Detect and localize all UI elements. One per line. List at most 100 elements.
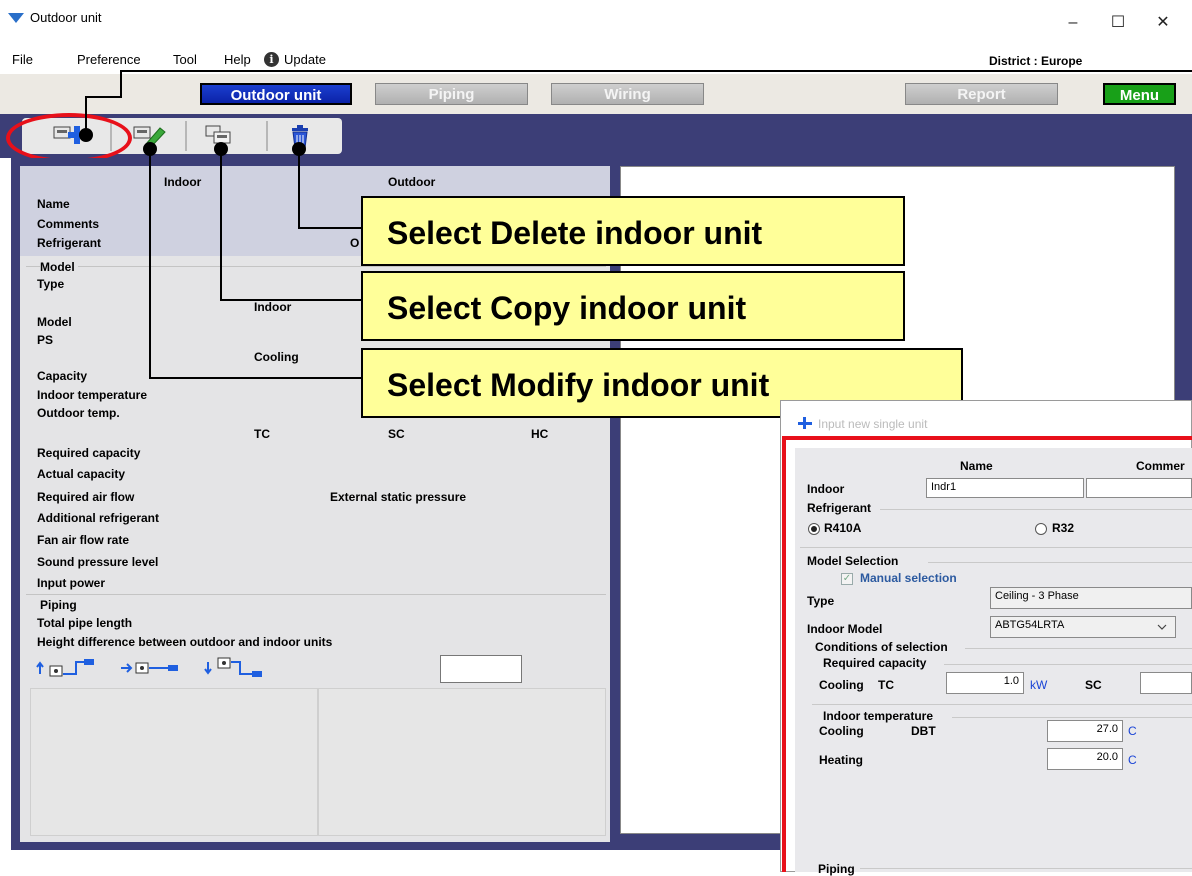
menu-file[interactable]: File [12,52,33,67]
menu-help[interactable]: Help [224,52,251,67]
divider [880,509,1192,510]
conditions-of-selection-label: Conditions of selection [815,640,948,654]
name-label: Name [37,197,70,211]
leader-dot [79,128,93,142]
model-selection-label: Model Selection [807,554,899,568]
piping-section-label: Piping [40,598,80,612]
height-difference-label: Height difference between outdoor and in… [37,635,333,649]
heating-dbt-unit: C [1128,753,1137,767]
piping-layout-icons [36,657,262,677]
sc-header: SC [388,427,405,441]
dialog-title: Input new single unit [818,417,928,431]
indoor-name-input[interactable]: Indr1 [926,478,1084,498]
nav-report-button[interactable]: Report [905,83,1058,105]
total-pipe-length-label: Total pipe length [37,616,133,630]
comments-label: Comments [37,217,100,231]
model-label: Model [37,315,72,329]
tc-unit: kW [1030,678,1048,692]
divider [800,547,1192,548]
sc-input[interactable] [1140,672,1192,694]
required-capacity-label: Required capacity [37,446,141,460]
refrigerant-label: Refrigerant [37,236,102,250]
fan-air-flow-rate-label: Fan air flow rate [37,533,130,547]
dialog-comments-header: Commer [1136,459,1185,473]
divider [952,717,1192,718]
type-field[interactable]: Ceiling - 3 Phase [990,587,1192,609]
tc-input[interactable]: 1.0 [946,672,1024,694]
minimize-button[interactable]: – [1050,6,1096,40]
delete-callout: Select Delete indoor unit [361,196,905,266]
leader-line [220,149,222,301]
leader-line [120,70,1192,72]
divider [812,704,1192,705]
heating-label: Heating [819,753,864,767]
nav-menu-button[interactable]: Menu [1103,83,1176,105]
leader-line [298,227,362,229]
external-static-pressure-label: External static pressure [330,490,467,504]
menu-preference[interactable]: Preference [77,52,141,67]
r32-radio[interactable] [1035,523,1047,535]
leader-line [220,299,362,301]
input-power-label: Input power [37,576,105,590]
r410a-radio[interactable] [808,523,820,535]
required-air-flow-label: Required air flow [37,490,135,504]
nav-piping-button[interactable]: Piping [375,83,528,105]
leader-line [85,96,120,98]
outdoor-temp-label: Outdoor temp. [37,406,120,420]
required-capacity-label: Required capacity [823,656,927,670]
leader-line [298,149,300,229]
col-indoor-header: Indoor [164,175,202,189]
piping-section-divider [26,594,606,595]
leader-line [120,70,122,98]
nav-outdoor-unit-button[interactable]: Outdoor unit [200,83,352,105]
bottom-left-pane [30,688,318,836]
r32-label: R32 [1052,521,1075,535]
indoor-model-select[interactable]: ABTG54LRTA [990,616,1176,638]
divider [860,868,1192,869]
bottom-right-pane [318,688,606,836]
cooling-label: Cooling [254,350,299,364]
col-outdoor-header: Outdoor [388,175,436,189]
toolbar-separator [185,121,187,151]
outdoor-below-icon [204,657,262,677]
window-title: Outdoor unit [30,10,102,25]
actual-capacity-label: Actual capacity [37,467,126,481]
cooling-dbt-unit: C [1128,724,1137,738]
sound-pressure-level-label: Sound pressure level [37,555,159,569]
indoor-model-label: Indoor Model [807,622,883,636]
type-label: Type [807,594,835,608]
maximize-button[interactable]: ☐ [1095,6,1141,40]
menu-tool[interactable]: Tool [173,52,197,67]
highlight-ellipse [6,113,132,163]
manual-selection-checkbox[interactable]: ✓ [841,573,853,585]
close-button[interactable]: ✕ [1140,6,1186,40]
district-label: District : Europe [989,54,1083,68]
dbt-label: DBT [911,724,936,738]
tc-header: TC [254,427,270,441]
cooling-dbt-input[interactable]: 27.0 [1047,720,1123,742]
chevron-down-icon [1157,624,1167,630]
type-label: Type [37,277,65,291]
sc-label: SC [1085,678,1102,692]
indoor-temperature-label: Indoor temperature [823,709,934,723]
info-icon[interactable]: i [264,52,279,67]
indoor-temperature-label: Indoor temperature [37,388,148,402]
model-section-label: Model [40,260,78,274]
toolbar-separator [266,121,268,151]
menu-update[interactable]: Update [284,52,326,67]
capacity-label: Capacity [37,369,88,383]
height-difference-input[interactable] [440,655,522,683]
additional-refrigerant-label: Additional refrigerant [37,511,160,525]
app-logo-icon [8,13,24,23]
refrigerant-value: O [350,236,360,250]
dialog-refrigerant-label: Refrigerant [807,501,872,515]
ps-label: PS [37,333,54,347]
leader-line [149,149,151,379]
dialog-name-header: Name [960,459,993,473]
cooling-label: Cooling [819,678,864,692]
heating-dbt-input[interactable]: 20.0 [1047,748,1123,770]
nav-wiring-button[interactable]: Wiring [551,83,704,105]
indoor-comments-input[interactable] [1086,478,1192,498]
divider [965,648,1192,649]
dialog-piping-label: Piping [818,862,855,876]
